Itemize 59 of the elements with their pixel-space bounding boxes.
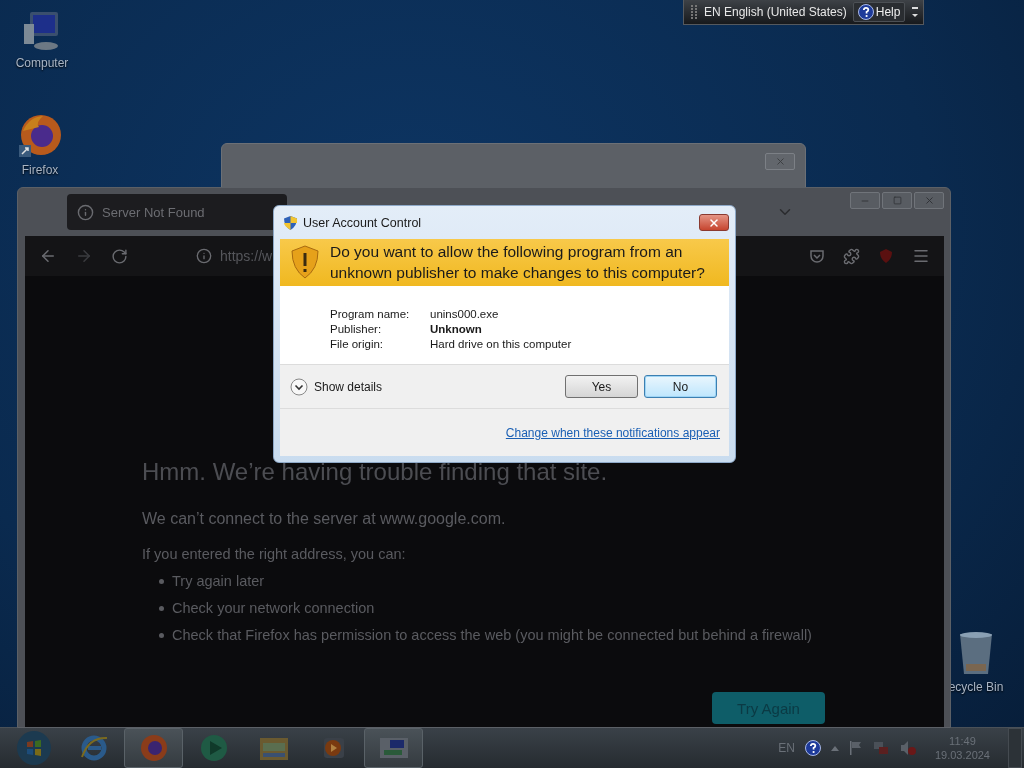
dialog-button[interactable]: Yes	[565, 375, 638, 398]
suggestion-item: Try again later	[172, 572, 265, 590]
shield-icon	[283, 214, 298, 231]
minimize-button[interactable]	[850, 192, 880, 209]
firefox-icon[interactable]	[17, 113, 63, 159]
bullet-icon	[159, 632, 164, 638]
menu-icon[interactable]	[912, 247, 930, 265]
forward-icon[interactable]	[75, 247, 93, 265]
dialog-button[interactable]: No	[644, 375, 717, 398]
error-message: We can’t connect to the server at www.google.com.	[142, 510, 507, 528]
back-icon[interactable]	[39, 247, 57, 265]
close-button[interactable]	[699, 214, 729, 231]
maximize-button[interactable]	[882, 192, 912, 209]
close-icon	[923, 195, 935, 206]
question-text: Do you want to allow the following program from an unknown publisher to make changes to this computer?	[330, 242, 706, 283]
error-title: Hmm. We’re having trouble finding that site.	[142, 458, 609, 486]
detail-label: Program name:	[330, 308, 411, 320]
detail-value: Unknown	[430, 323, 483, 335]
close-icon	[774, 156, 786, 167]
bullet-icon	[159, 605, 164, 611]
maximize-icon	[892, 196, 902, 205]
detail-value: Hard drive on this computer	[430, 338, 573, 350]
suggestion-item: Check that Firefox has permission to access the web (you might be connected but behind a firewall)	[172, 626, 812, 644]
recycle-bin-icon[interactable]	[958, 630, 994, 676]
settings-link[interactable]: Change when these notifications appear	[505, 425, 720, 440]
flag-icon[interactable]	[848, 740, 863, 756]
pocket-icon[interactable]	[809, 248, 825, 264]
help-button[interactable]: Help	[852, 2, 906, 22]
tray-arrow-icon[interactable]	[830, 744, 839, 752]
reload-icon[interactable]	[111, 247, 128, 265]
detail-value: unins000.exe	[430, 308, 500, 320]
info-icon	[77, 203, 94, 221]
taskbar-button[interactable]	[364, 728, 423, 768]
help-icon	[804, 740, 821, 756]
info-icon[interactable]	[196, 248, 212, 264]
warning-shield-icon	[290, 245, 320, 279]
muted-speaker-icon[interactable]	[898, 740, 917, 756]
detail-label: Publisher:	[330, 323, 383, 335]
detail-label: File origin:	[330, 338, 385, 350]
expand-icon	[290, 377, 308, 396]
extensions-icon[interactable]	[843, 247, 860, 265]
help-icon	[857, 4, 874, 20]
taskbar-button[interactable]	[124, 728, 183, 768]
browser-e-icon	[78, 733, 109, 763]
show-details-button[interactable]: Show details	[290, 377, 383, 396]
bullet-icon	[159, 578, 164, 584]
suggestion-item: Check your network connection	[172, 599, 375, 617]
shield-icon[interactable]	[878, 248, 894, 264]
hint-text: If you entered the right address, you can:	[142, 546, 407, 562]
start-orb-icon	[15, 730, 52, 766]
network-icon[interactable]	[872, 740, 889, 756]
dialog-title: User Account Control	[303, 215, 423, 230]
language-indicator[interactable]: EN English (United States)	[704, 5, 847, 19]
close-icon	[708, 216, 720, 229]
show-desktop-button[interactable]	[1008, 728, 1022, 768]
desktop-icon-label[interactable]: Computer	[15, 56, 69, 70]
desktop-icon-label[interactable]: Firefox	[21, 163, 59, 177]
firefox-icon	[138, 733, 169, 763]
grip-icon[interactable]	[690, 4, 698, 20]
